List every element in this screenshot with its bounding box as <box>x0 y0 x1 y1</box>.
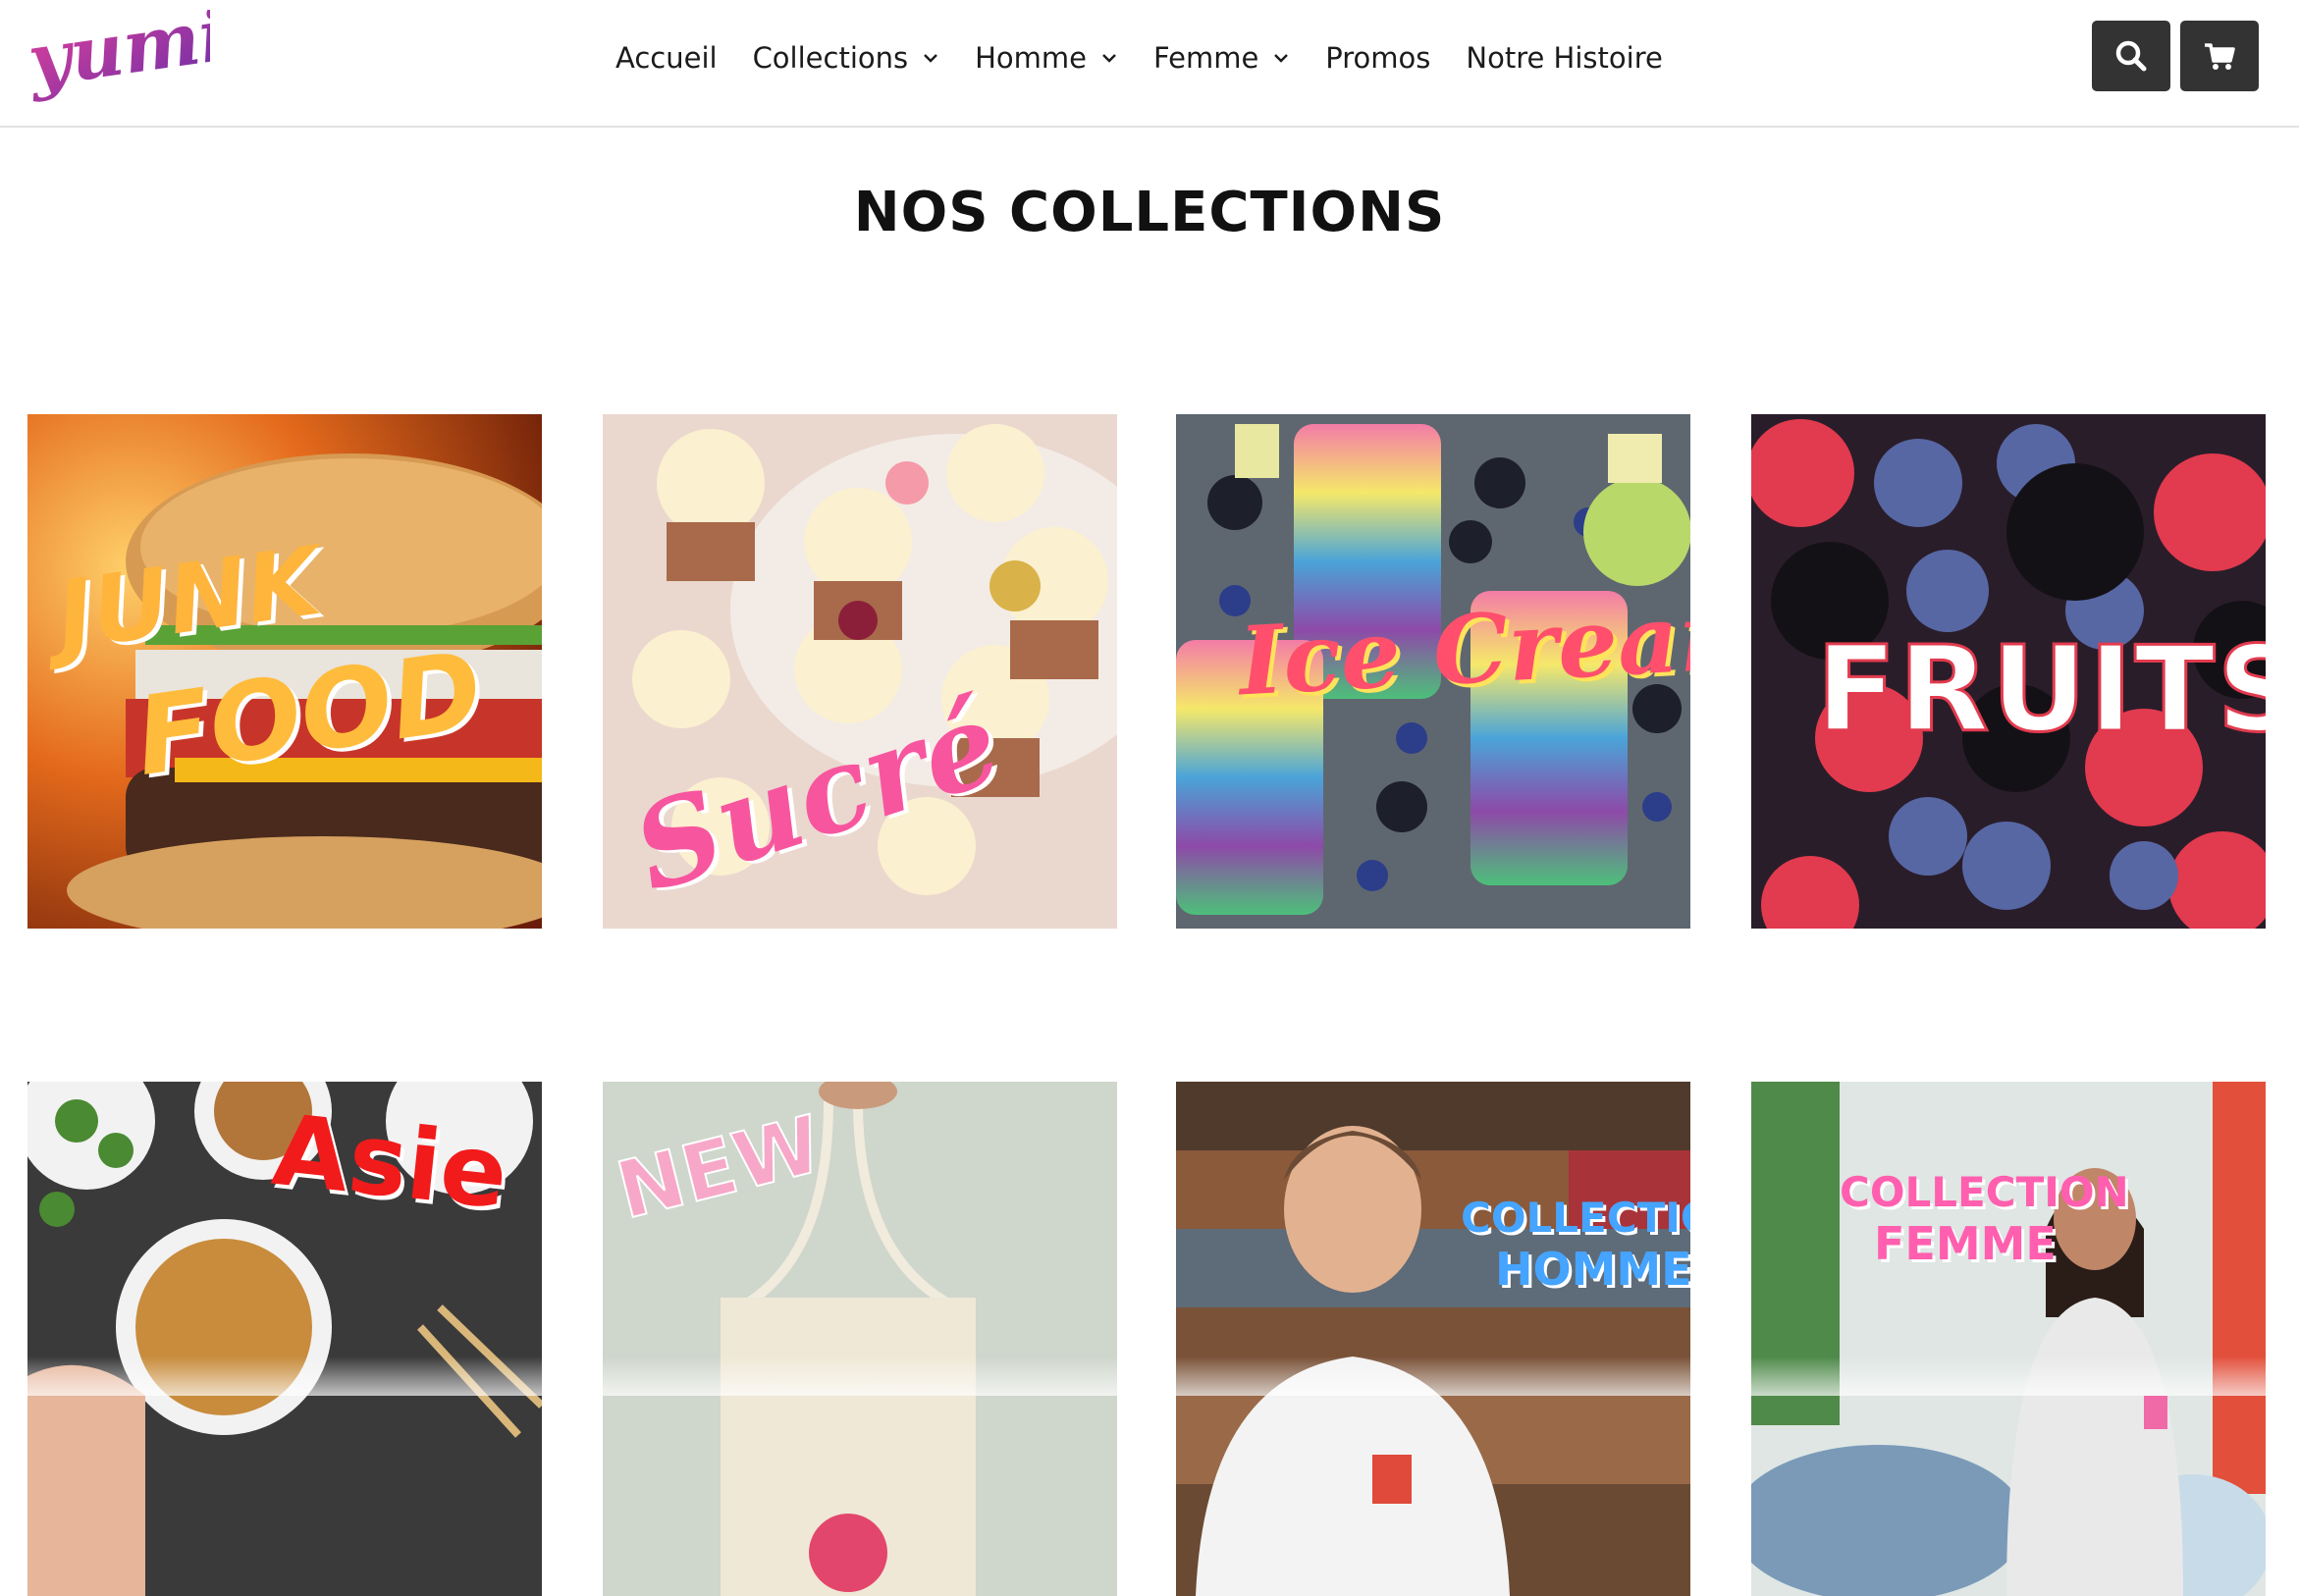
nav-promos-label: Promos <box>1325 41 1431 75</box>
nav-femme-label: Femme <box>1153 41 1259 75</box>
chevron-down-icon <box>1274 54 1289 63</box>
asie-label: Asie <box>267 1091 513 1232</box>
svg-text:yumi: yumi <box>24 10 210 102</box>
cart-button[interactable] <box>2180 21 2259 91</box>
femme-label-line2: FEMME <box>1874 1217 2057 1270</box>
search-button[interactable] <box>2092 21 2170 91</box>
nav-femme[interactable]: Femme <box>1153 41 1290 75</box>
nav-homme[interactable]: Homme <box>975 41 1118 75</box>
fruits-label: FRUITS <box>1815 622 2266 759</box>
page-title: NOS COLLECTIONS <box>853 181 1446 244</box>
ice-cream-label: Ice Cream <box>1236 577 1690 718</box>
collection-card-femme[interactable]: COLLECTION FEMME <box>1751 1082 2266 1596</box>
chevron-down-icon <box>1102 54 1116 63</box>
collection-card-junk-food[interactable]: JUNK FOOD <box>27 414 542 929</box>
chevron-down-icon <box>924 54 937 63</box>
collection-card-sucre[interactable]: Sucré <box>603 414 1117 929</box>
nav-accueil[interactable]: Accueil <box>615 41 718 75</box>
nav-promos[interactable]: Promos <box>1325 41 1430 75</box>
collection-femme-image <box>1751 1082 2266 1596</box>
femme-label-line1: COLLECTION <box>1840 1168 2129 1216</box>
collection-homme-image <box>1176 1082 1690 1596</box>
collection-card-homme[interactable]: COLLECTION HOMME <box>1176 1082 1690 1596</box>
collection-card-fruits[interactable]: FRUITS <box>1751 414 2266 929</box>
nav-notre-histoire[interactable]: Notre Histoire <box>1466 41 1662 75</box>
collection-card-ice-cream[interactable]: Ice Cream <box>1176 414 1690 929</box>
collection-card-asie[interactable]: Asie <box>27 1082 542 1596</box>
nav-notre-histoire-label: Notre Histoire <box>1466 41 1663 75</box>
main-nav: Accueil Collections Homme Femme Promos N… <box>615 33 1698 82</box>
site-header: yumi Accueil Collections Homme Femme Pro… <box>0 0 2299 128</box>
yumi-logo[interactable]: yumi <box>24 10 210 102</box>
nav-collections-label: Collections <box>752 41 909 75</box>
collection-card-new[interactable]: NEW <box>603 1082 1117 1596</box>
nav-accueil-label: Accueil <box>615 41 718 75</box>
nav-collections[interactable]: Collections <box>753 41 940 75</box>
search-icon <box>2115 40 2147 72</box>
cart-icon <box>2205 43 2235 70</box>
homme-label-line1: COLLECTION <box>1461 1194 1690 1242</box>
nav-homme-label: Homme <box>975 41 1088 75</box>
homme-label-line2: HOMME <box>1495 1243 1690 1296</box>
